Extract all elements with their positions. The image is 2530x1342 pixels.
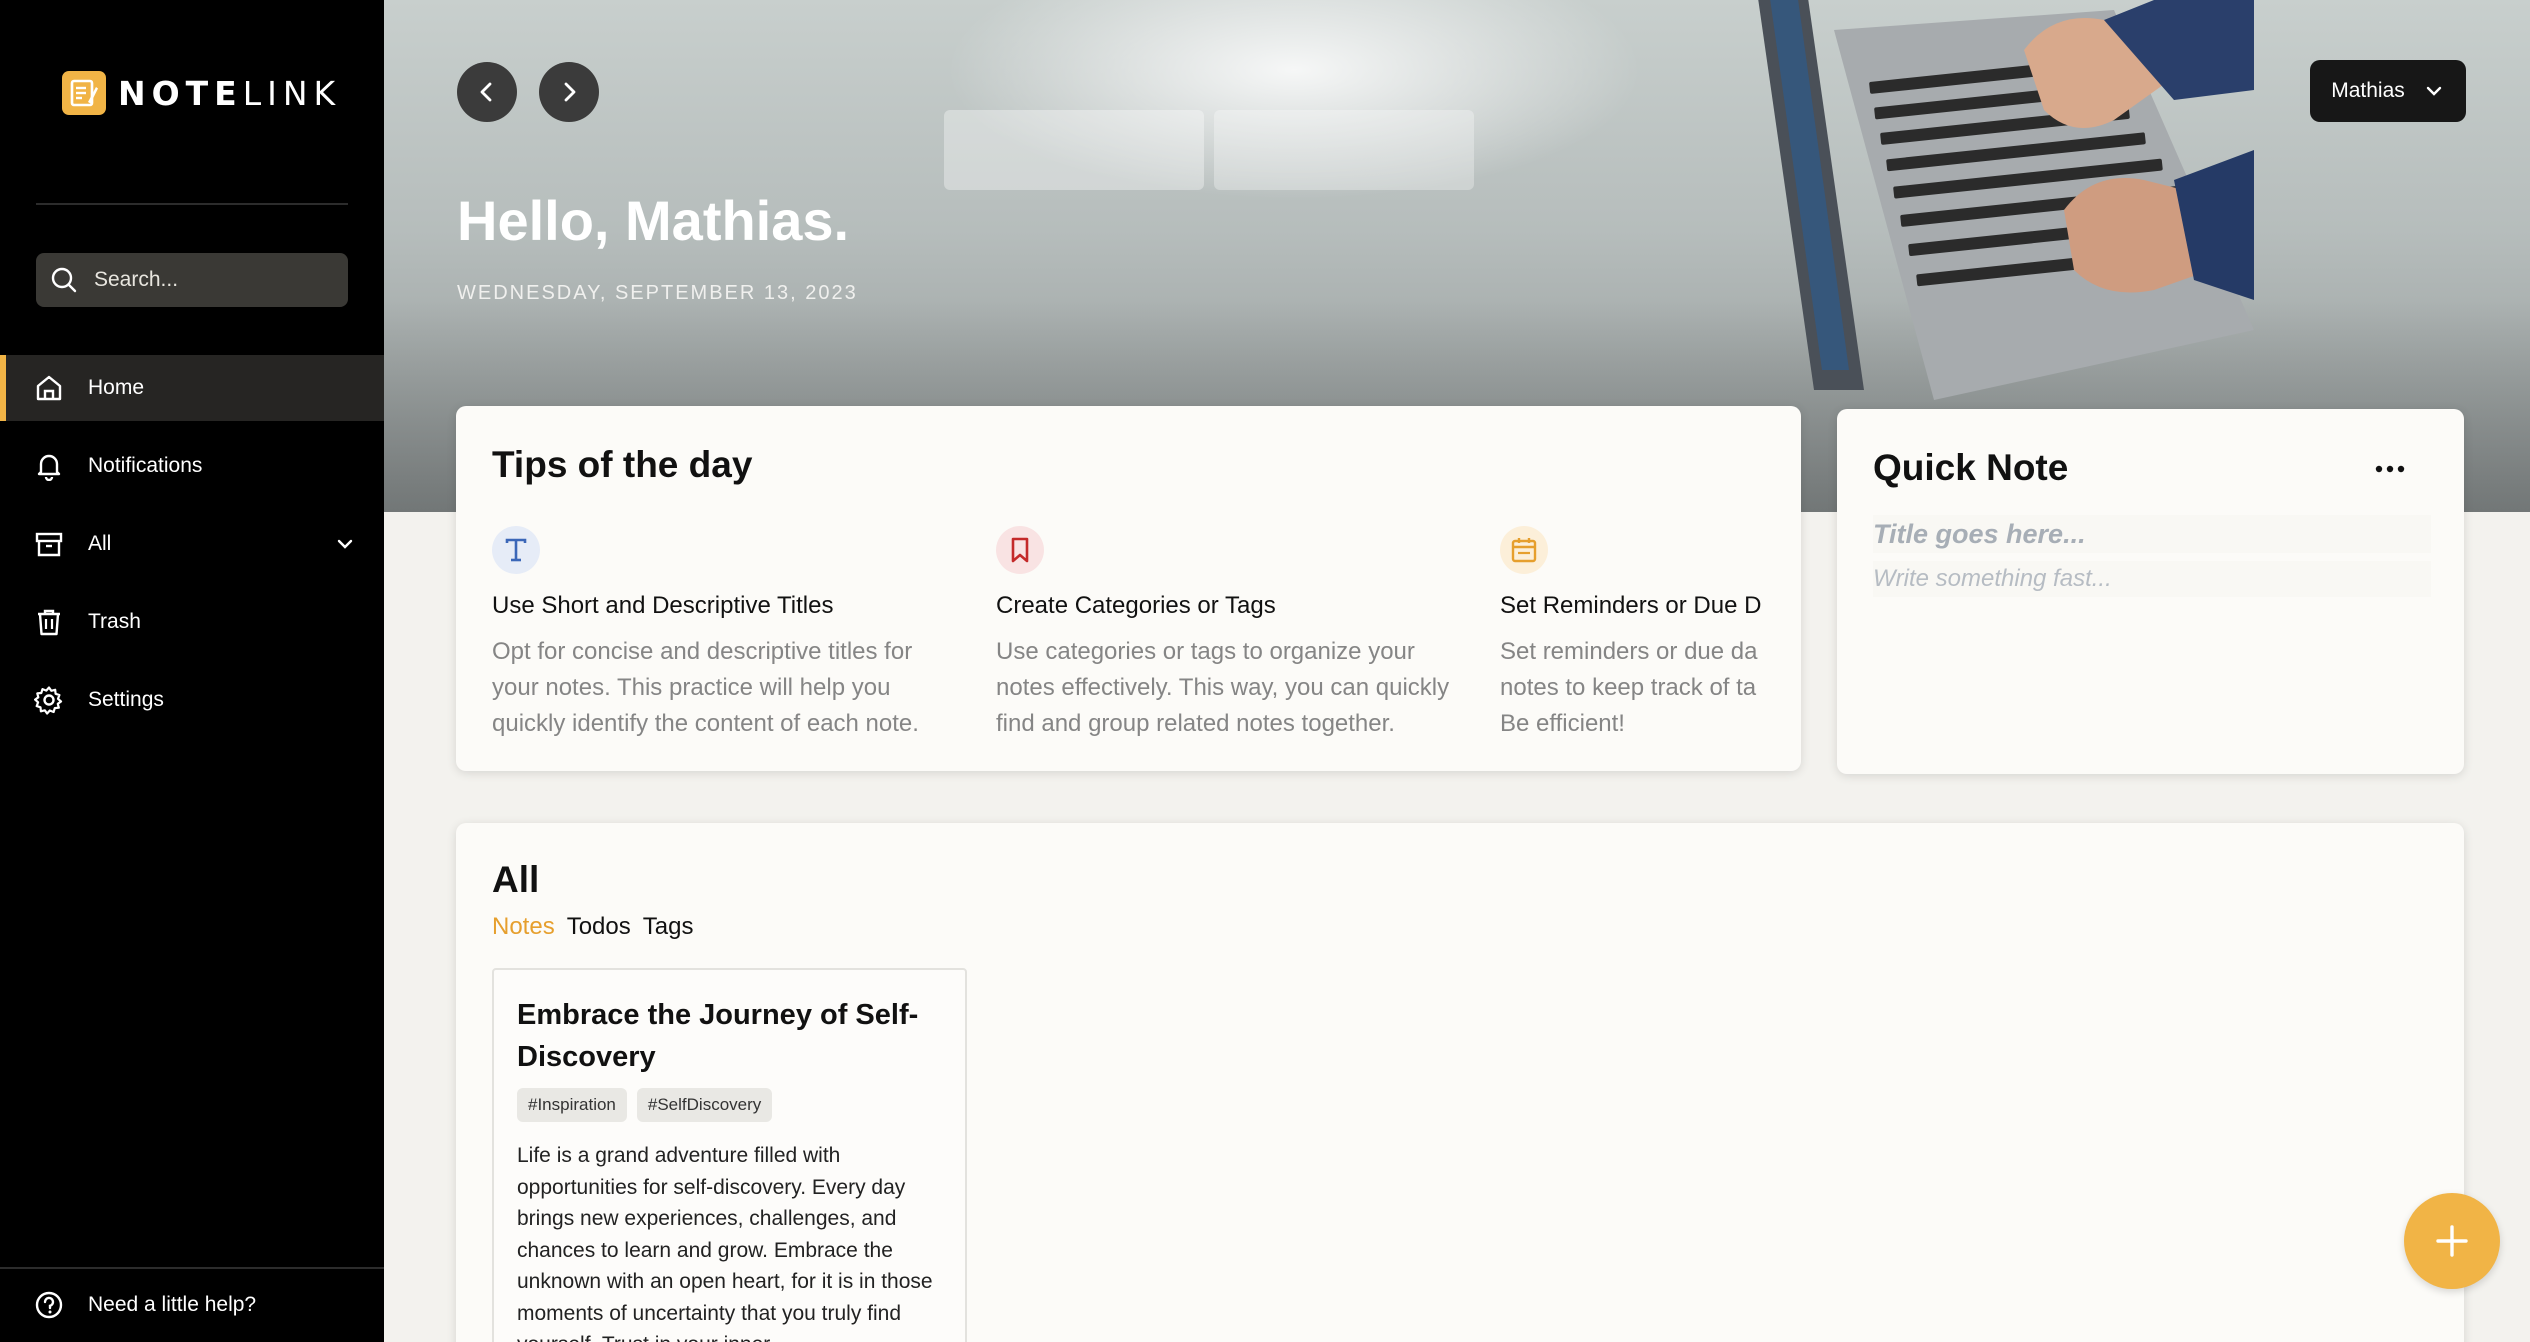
tip-title: Set Reminders or Due D (1500, 592, 1762, 619)
current-date: WEDNESDAY, SEPTEMBER 13, 2023 (457, 282, 858, 304)
search-box[interactable] (36, 253, 348, 307)
archive-icon (35, 532, 63, 557)
note-tag[interactable]: #SelfDiscovery (636, 1088, 773, 1122)
search-icon (51, 267, 77, 293)
tip-item: Set Reminders or Due D Set reminders or … (1500, 526, 1762, 742)
greeting-title: Hello, Mathias. (457, 189, 850, 252)
all-tabs: Notes Todos Tags (492, 913, 693, 941)
note-body: Life is a grand adventure filled with op… (517, 1144, 933, 1342)
tip-body-line: notes to keep track of ta (1500, 674, 1757, 701)
sidebar-item-settings[interactable]: Settings (0, 667, 384, 733)
sidebar-divider (36, 203, 348, 205)
quick-note-title-input[interactable] (1873, 515, 2431, 553)
help-link[interactable]: Need a little help? (34, 1290, 256, 1320)
user-menu-button[interactable]: Mathias (2310, 60, 2466, 122)
quick-note-card: Quick Note (1837, 409, 2464, 774)
chevron-left-icon (480, 82, 492, 102)
laptop-typing-image (1758, 0, 2254, 400)
note-tag[interactable]: #Inspiration (517, 1088, 627, 1122)
back-button[interactable] (457, 62, 517, 122)
user-name: Mathias (2331, 79, 2405, 102)
help-label: Need a little help? (88, 1293, 257, 1316)
sidebar-item-home[interactable]: Home (0, 355, 384, 421)
note-tags: #Inspiration #SelfDiscovery (517, 1088, 773, 1122)
chevron-right-icon (564, 82, 576, 102)
calendar-icon (1500, 526, 1548, 574)
plus-icon (2436, 1225, 2468, 1257)
trash-icon (38, 609, 60, 636)
all-section: All Notes Todos Tags Embrace the Journey… (456, 823, 2464, 1342)
tips-card: Tips of the day Use Short and Descriptiv… (456, 406, 1801, 771)
tab-todos[interactable]: Todos (567, 913, 631, 941)
app-logo[interactable]: NOTELINK (62, 70, 341, 116)
tip-title: Use Short and Descriptive Titles (492, 592, 834, 619)
tip-body: Set reminders or due da notes to keep tr… (1500, 634, 1760, 742)
tips-title: Tips of the day (492, 444, 753, 485)
note-card[interactable]: Embrace the Journey of Self-Discovery #I… (492, 968, 967, 1342)
all-section-title: All (492, 859, 540, 900)
sidebar-item-all[interactable]: All (0, 511, 384, 577)
sidebar-item-trash[interactable]: Trash (0, 589, 384, 655)
text-t-icon (492, 526, 540, 574)
sidebar-item-label: Home (88, 376, 145, 399)
tip-body-line: Be efficient! (1500, 710, 1625, 737)
tip-title: Create Categories or Tags (996, 592, 1276, 619)
question-circle-icon (35, 1291, 63, 1319)
app-logo-text: NOTELINK (118, 73, 342, 113)
search-input[interactable] (94, 268, 324, 292)
sidebar-nav: Home Notifications All Trash Settings (0, 355, 384, 745)
sidebar-item-label: Notifications (88, 454, 203, 477)
sidebar-item-notifications[interactable]: Notifications (0, 433, 384, 499)
tip-body: Opt for concise and descriptive titles f… (492, 638, 919, 737)
quick-note-body-input[interactable] (1873, 561, 2431, 597)
sidebar-item-label: All (88, 532, 112, 555)
hero-background-window (944, 110, 1204, 190)
sidebar-item-label: Settings (88, 688, 164, 711)
hero-background-window (1214, 110, 1474, 190)
bell-icon (37, 454, 61, 481)
tip-body: Use categories or tags to organize your … (996, 638, 1450, 737)
forward-button[interactable] (539, 62, 599, 122)
home-icon (36, 375, 62, 401)
tip-body-line: Set reminders or due da (1500, 638, 1758, 665)
tip-item: Create Categories or Tags Use categories… (996, 526, 1466, 742)
more-options-icon[interactable] (2374, 464, 2406, 474)
tab-notes[interactable]: Notes (492, 913, 555, 941)
tab-tags[interactable]: Tags (643, 913, 694, 941)
tip-item: Use Short and Descriptive Titles Opt for… (492, 526, 962, 742)
notepad-logo-icon (62, 71, 106, 115)
bookmark-icon (996, 526, 1044, 574)
help-divider (0, 1267, 384, 1269)
sidebar: NOTELINK Home Notifications (0, 0, 384, 1342)
quick-note-title: Quick Note (1873, 447, 2069, 488)
note-title: Embrace the Journey of Self-Discovery (517, 999, 919, 1073)
add-note-button[interactable] (2404, 1193, 2500, 1289)
gear-icon (34, 686, 63, 715)
chevron-down-icon[interactable] (334, 533, 356, 555)
chevron-down-icon (2426, 86, 2441, 96)
sidebar-item-label: Trash (88, 610, 141, 633)
